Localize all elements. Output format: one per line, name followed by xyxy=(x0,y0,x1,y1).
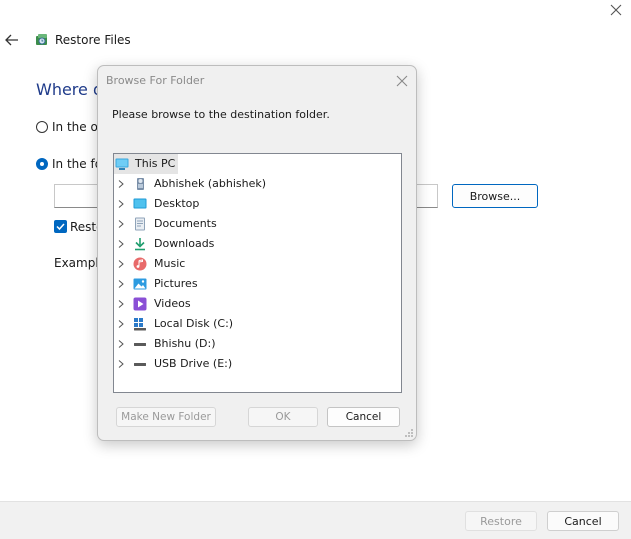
tree-item-label: USB Drive (E:) xyxy=(154,357,233,370)
chevron-right-icon[interactable] xyxy=(118,320,124,328)
tree-item-label: This PC xyxy=(135,157,176,170)
back-arrow-icon[interactable] xyxy=(4,32,20,48)
tree-item-label: Downloads xyxy=(154,237,215,250)
dialog-cancel-button[interactable]: Cancel xyxy=(327,407,400,427)
folder-tree[interactable]: This PC Abhishek (abhishek) Desktop Docu… xyxy=(113,153,402,393)
ok-button[interactable]: OK xyxy=(248,407,318,427)
chevron-right-icon[interactable] xyxy=(118,240,124,248)
browse-for-folder-dialog: Browse For Folder Please browse to the d… xyxy=(97,65,417,441)
usb-drive-icon xyxy=(134,363,146,366)
tree-item-label: Music xyxy=(154,257,186,270)
tree-item-desktop[interactable]: Desktop xyxy=(114,194,401,214)
tree-item-pictures[interactable]: Pictures xyxy=(114,274,401,294)
cancel-button[interactable]: Cancel xyxy=(547,511,619,531)
tree-item-videos[interactable]: Videos xyxy=(114,294,401,314)
dialog-instruction: Please browse to the destination folder. xyxy=(112,108,330,121)
desktop-icon xyxy=(133,198,147,209)
restore-files-app-icon xyxy=(36,34,47,45)
user-folder-icon xyxy=(137,178,144,190)
following-location-label: In the fo xyxy=(52,157,103,171)
documents-icon xyxy=(135,217,145,231)
tree-item-label: Pictures xyxy=(154,277,198,290)
downloads-icon xyxy=(135,238,145,251)
resize-grip-icon[interactable] xyxy=(404,428,414,438)
chevron-right-icon[interactable] xyxy=(118,260,124,268)
music-icon xyxy=(133,257,147,271)
tree-item-music[interactable]: Music xyxy=(114,254,401,274)
dialog-title: Browse For Folder xyxy=(106,74,205,87)
chevron-right-icon[interactable] xyxy=(118,340,124,348)
local-disk-icon xyxy=(134,318,146,331)
tree-item-documents[interactable]: Documents xyxy=(114,214,401,234)
videos-icon xyxy=(133,297,147,311)
restore-checkbox[interactable] xyxy=(54,220,67,233)
window-title: Restore Files xyxy=(55,33,131,47)
tree-item-label: Videos xyxy=(154,297,191,310)
chevron-right-icon[interactable] xyxy=(118,360,124,368)
pc-icon xyxy=(115,158,129,170)
make-new-folder-button[interactable]: Make New Folder xyxy=(116,407,216,427)
pictures-icon xyxy=(133,278,147,290)
restore-button[interactable]: Restore xyxy=(465,511,537,531)
chevron-right-icon[interactable] xyxy=(118,200,124,208)
chevron-right-icon[interactable] xyxy=(118,180,124,188)
tree-item-label: Abhishek (abhishek) xyxy=(154,177,267,190)
tree-item-usb-drive-e[interactable]: USB Drive (E:) xyxy=(114,354,401,374)
drive-icon xyxy=(134,343,146,346)
tree-item-label: Bhishu (D:) xyxy=(154,337,216,350)
tree-item-label: Desktop xyxy=(154,197,200,210)
dialog-close-icon[interactable] xyxy=(395,74,409,88)
tree-item-label: Local Disk (C:) xyxy=(154,317,234,330)
tree-item-abhishek[interactable]: Abhishek (abhishek) xyxy=(114,174,401,194)
tree-item-label: Documents xyxy=(154,217,217,230)
original-location-radio[interactable] xyxy=(36,121,48,133)
chevron-right-icon[interactable] xyxy=(118,220,124,228)
checkmark-icon xyxy=(56,223,65,231)
tree-item-local-disk-c[interactable]: Local Disk (C:) xyxy=(114,314,401,334)
tree-item-bhishu-d[interactable]: Bhishu (D:) xyxy=(114,334,401,354)
tree-item-downloads[interactable]: Downloads xyxy=(114,234,401,254)
browse-button[interactable]: Browse... xyxy=(452,184,538,208)
tree-item-this-pc[interactable]: This PC xyxy=(114,154,178,174)
chevron-right-icon[interactable] xyxy=(118,280,124,288)
following-location-radio[interactable] xyxy=(36,158,48,170)
close-icon[interactable] xyxy=(606,2,626,20)
chevron-right-icon[interactable] xyxy=(118,300,124,308)
